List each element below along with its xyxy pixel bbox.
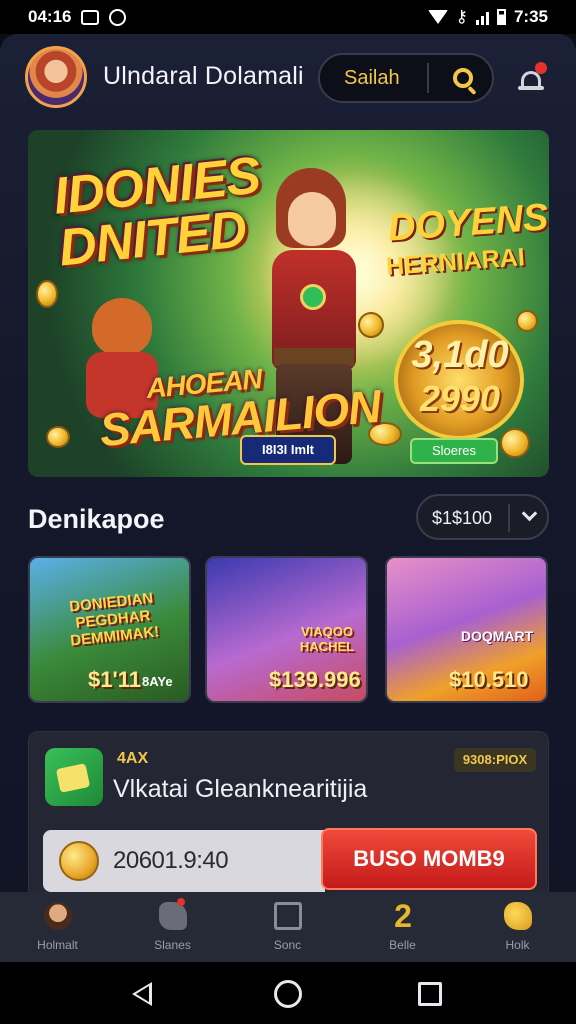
price-filter-dropdown[interactable]: $1$100: [416, 494, 549, 540]
game-card[interactable]: DONIEDIAN PEGDHAR DEMMIMAK! $1'11 8AYe: [28, 556, 191, 703]
nav-item-label: Holmalt: [37, 938, 78, 952]
notification-icon: [81, 9, 100, 25]
banner-play-button[interactable]: I8I3I ImIt: [240, 435, 336, 465]
status-time-right: 7:35: [513, 7, 548, 26]
jackpot-value-line-1: 3,1d0: [411, 334, 509, 376]
notification-bell-icon[interactable]: [518, 62, 547, 90]
promo-badge: 9308:PIOX: [454, 748, 536, 772]
coin-illustration: [516, 310, 538, 332]
search-divider: [427, 63, 429, 93]
game-card-price: $10.510: [449, 667, 529, 692]
balance-field[interactable]: 20601.9:40: [43, 830, 325, 892]
banner-secondary-button[interactable]: Sloeres: [410, 438, 498, 464]
game-card-tag: 8AYe: [142, 674, 173, 689]
nav-item-treasure[interactable]: Holk: [460, 892, 575, 962]
promo-kicker: 4AX: [117, 750, 149, 767]
phone-screen: 04:16 ⚷ 7:35 Ulndaral Dolamali Sailah ID…: [0, 0, 576, 1024]
app-notification-icon: [109, 8, 127, 26]
battery-icon: [496, 9, 506, 25]
treasure-icon: [504, 902, 532, 930]
nav-item-rank[interactable]: 2 Belle: [345, 892, 460, 962]
vpn-key-icon: ⚷: [455, 7, 468, 26]
nav-item-label: Slanes: [154, 938, 191, 952]
back-icon[interactable]: [132, 982, 152, 1006]
chevron-down-icon: [521, 505, 538, 522]
screen-icon: [274, 902, 302, 930]
search-bar[interactable]: Sailah: [318, 53, 494, 103]
game-card-price: $1'11: [88, 667, 141, 692]
search-label: Sailah: [344, 67, 400, 89]
dropdown-value: $1$100: [432, 508, 493, 528]
coin-illustration: [36, 280, 58, 308]
featured-banner[interactable]: IDONIES DNITED AHOEAN SARMAILION DOYENS …: [28, 130, 549, 477]
games-icon: [159, 898, 187, 930]
app-container: Ulndaral Dolamali Sailah IDONIES DNITED …: [0, 34, 576, 962]
dropdown-divider: [508, 504, 510, 532]
banner-title: IDONIES DNITED: [51, 146, 268, 277]
game-card-title: DONIEDIAN PEGDHAR DEMMIMAK!: [68, 589, 160, 650]
jackpot-value-line-2: 2990: [419, 378, 501, 419]
wifi-icon: [427, 10, 448, 24]
buy-button[interactable]: BUSO MOMB9: [321, 828, 537, 890]
recent-apps-icon[interactable]: [418, 982, 442, 1006]
coin-illustration: [500, 428, 530, 458]
nav-item-label: Belle: [389, 938, 416, 952]
nav-item-home[interactable]: Holmalt: [0, 892, 115, 962]
game-card-price: $139.996: [269, 667, 361, 692]
coin-illustration: [46, 426, 70, 448]
status-time-left: 04:16: [28, 7, 72, 26]
status-bar: 04:16 ⚷ 7:35: [0, 0, 576, 34]
promo-headline: Vlkatai Gleanknearitijia: [113, 775, 368, 803]
status-indicators: ⚷ 7:35: [427, 7, 548, 27]
app-header: Ulndaral Dolamali Sailah: [0, 34, 576, 122]
game-card[interactable]: DOQMART $10.510: [385, 556, 548, 703]
notification-dot: [535, 62, 547, 74]
character-icon: [44, 902, 72, 930]
nav-item-label: Holk: [505, 938, 530, 952]
section-title: Denikapoe: [28, 504, 165, 534]
system-navigation-bar: [0, 962, 576, 1024]
home-icon[interactable]: [274, 980, 302, 1008]
game-app-icon[interactable]: [45, 748, 103, 806]
balance-amount: 20601.9:40: [113, 847, 229, 874]
nav-item-games[interactable]: Slanes: [115, 892, 230, 962]
game-card-title: VIAQOO HACHEL: [299, 624, 355, 654]
signal-icon: [475, 10, 489, 25]
app-title: Ulndaral Dolamali: [103, 62, 304, 90]
game-card[interactable]: VIAQOO HACHEL $139.996: [205, 556, 368, 703]
promo-panel: 4AX 9308:PIOX Vlkatai Gleanknearitijia 2…: [28, 731, 549, 906]
bottom-navigation: Holmalt Slanes Sonc 2 Belle Holk: [0, 892, 576, 962]
coin-icon: [59, 841, 99, 881]
nav-item-screen[interactable]: Sonc: [230, 892, 345, 962]
search-icon[interactable]: [453, 68, 473, 88]
nav-item-label: Sonc: [273, 938, 302, 952]
rank-number-icon: 2: [394, 898, 412, 934]
game-card-title: DOQMART: [460, 628, 534, 644]
user-avatar[interactable]: [25, 46, 87, 108]
